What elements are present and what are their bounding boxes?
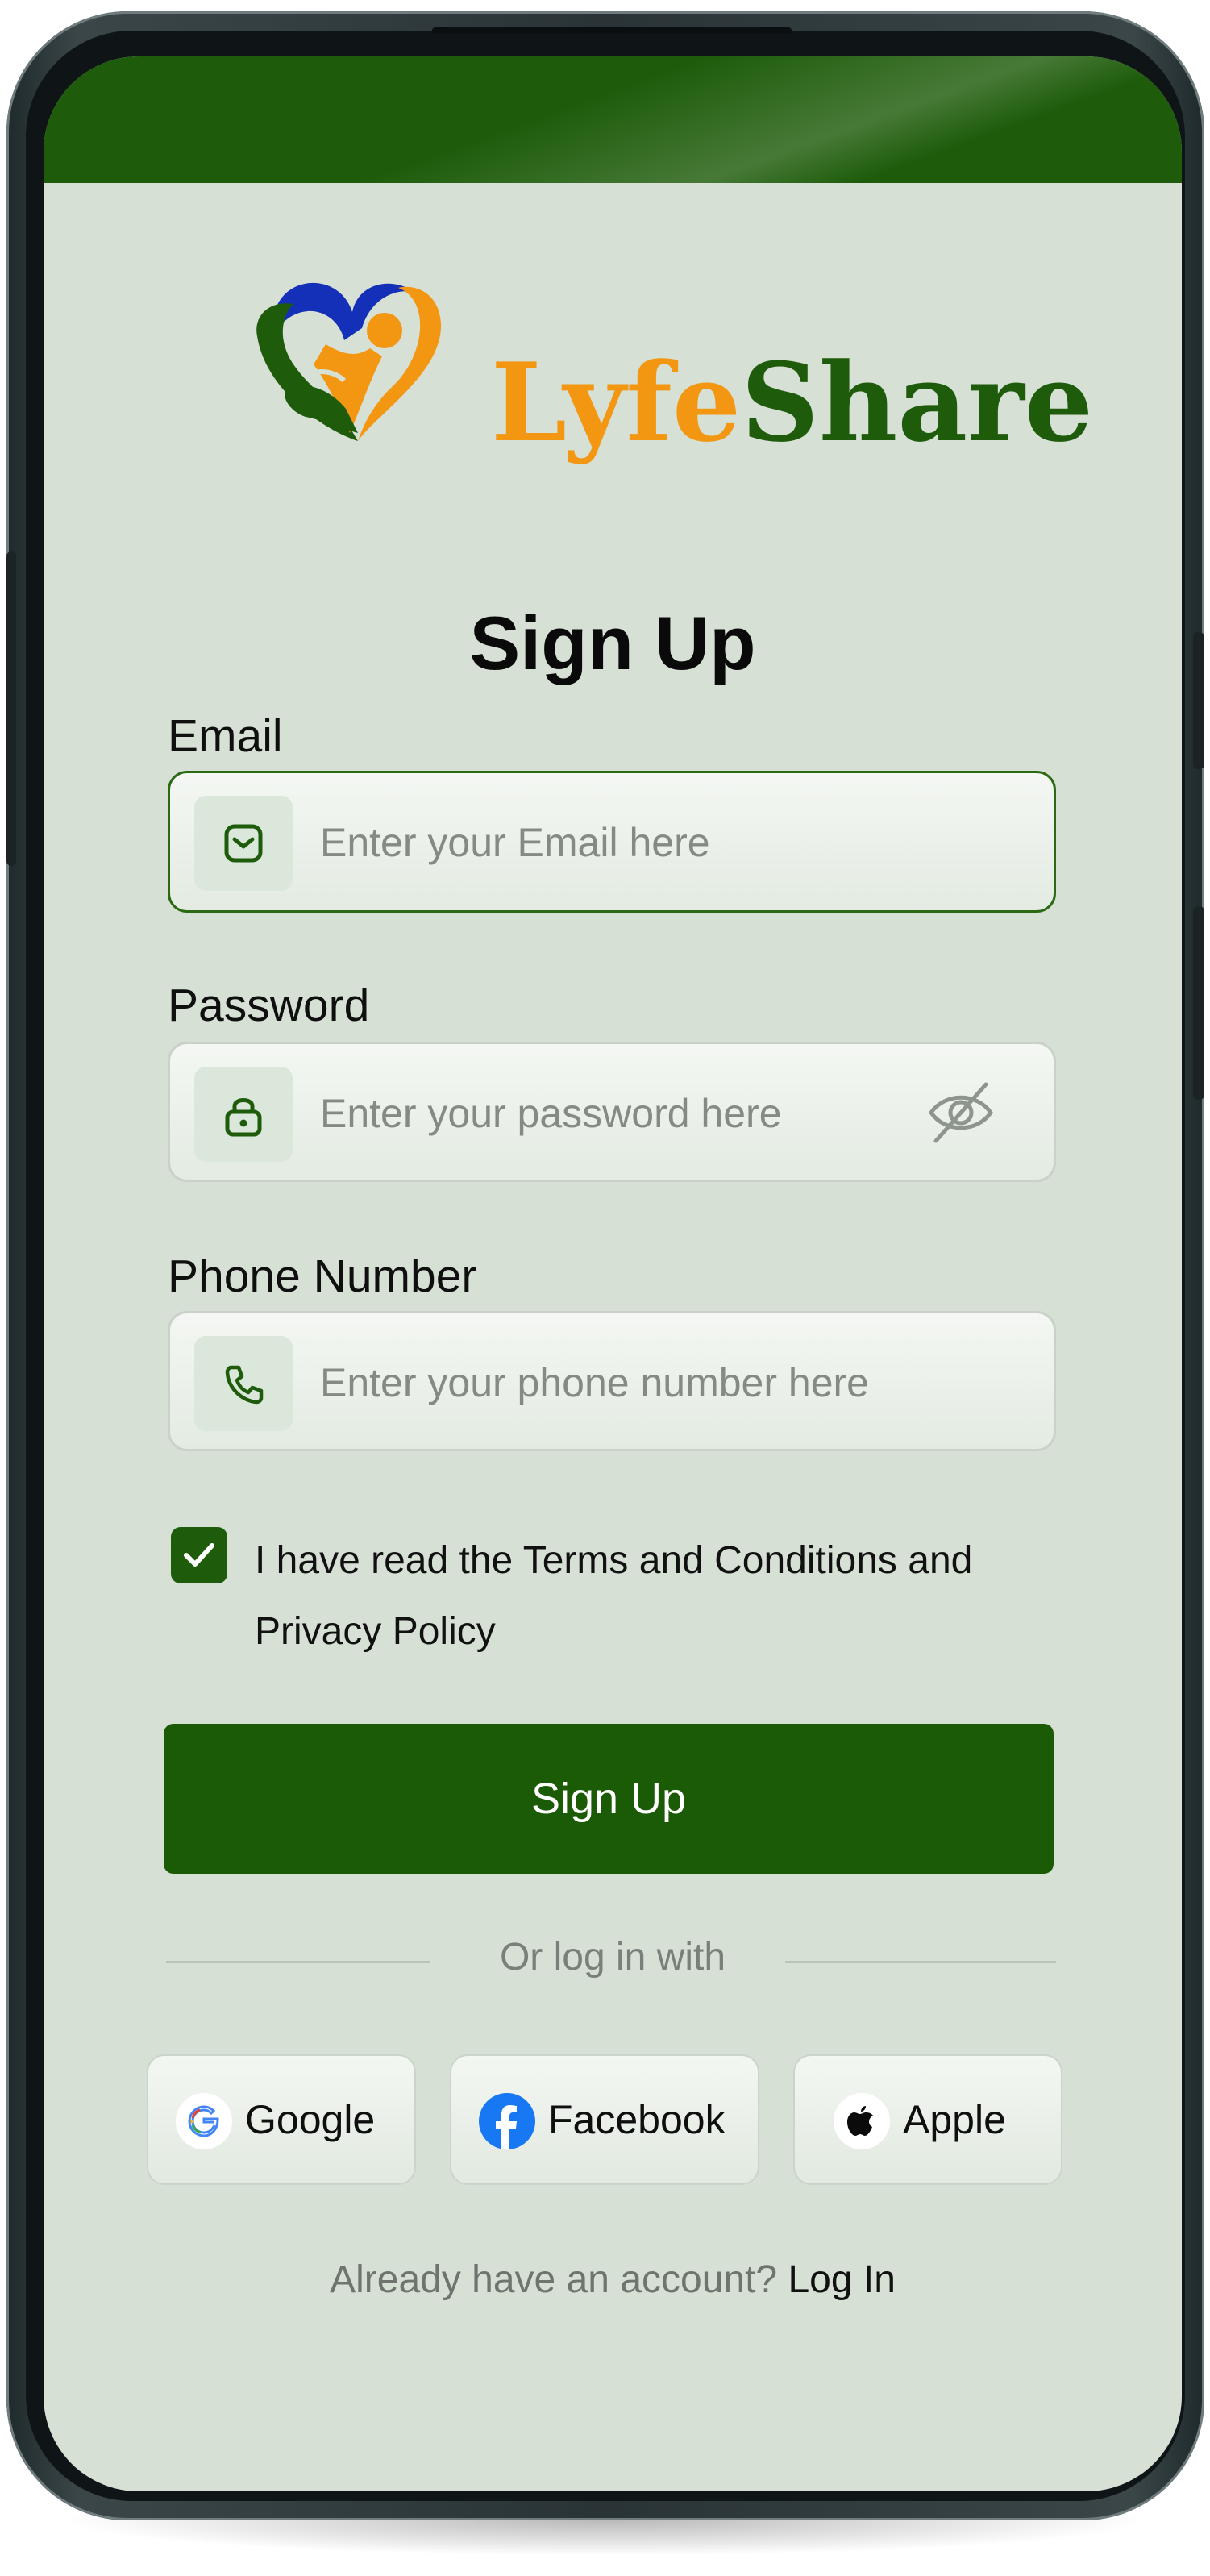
email-label: Email <box>168 710 283 762</box>
lock-icon <box>225 1098 262 1137</box>
password-icon-box <box>194 1067 293 1162</box>
phone-icon-box <box>194 1336 293 1431</box>
email-input[interactable] <box>320 802 933 883</box>
apple-icon <box>834 2093 890 2149</box>
header-sheen <box>44 56 1182 183</box>
login-prompt: Already have an account? Log In <box>44 2258 1182 2302</box>
brand-name-share: Share <box>741 339 1094 466</box>
facebook-icon <box>479 2093 535 2149</box>
phone-icon <box>225 1365 264 1405</box>
phone-input[interactable] <box>320 1342 933 1423</box>
eye-off-icon[interactable] <box>925 1076 997 1149</box>
divider-right <box>785 1961 1056 1963</box>
email-icon-box <box>194 796 293 891</box>
login-link[interactable]: Log In <box>788 2258 895 2301</box>
password-input[interactable] <box>320 1073 933 1154</box>
terms-checkbox[interactable] <box>171 1527 227 1583</box>
phone-label: Phone Number <box>168 1251 477 1302</box>
apple-login-button[interactable]: Apple <box>793 2054 1062 2185</box>
terms-text: I have read the Terms and Conditions and… <box>255 1539 973 1653</box>
google-login-button[interactable]: Google <box>147 2054 416 2185</box>
phone-frame: LyfeShare Sign Up Email Password <box>6 11 1204 2520</box>
phone-field <box>168 1311 1056 1451</box>
app-screen: LyfeShare Sign Up Email Password <box>44 56 1182 2491</box>
brand-name: LyfeShare <box>491 348 1093 456</box>
facebook-label: Facebook <box>548 2097 726 2142</box>
app-logo: LyfeShare <box>249 268 1093 461</box>
login-prompt-text: Already have an account? <box>330 2258 778 2301</box>
heart-hands-logo-icon <box>256 282 442 441</box>
envelope-icon <box>224 824 263 863</box>
divider-text: Or log in with <box>499 1936 726 1979</box>
volume-button <box>6 551 16 866</box>
side-button-top <box>1193 632 1204 769</box>
google-label: Google <box>245 2097 376 2142</box>
sign-up-button[interactable]: Sign Up <box>164 1724 1054 1874</box>
header-band <box>44 56 1182 183</box>
password-field <box>168 1042 1056 1182</box>
email-field <box>168 771 1056 913</box>
checkmark-icon <box>184 1543 214 1567</box>
password-label: Password <box>168 980 370 1031</box>
speaker-grille <box>432 27 792 34</box>
power-button <box>1193 906 1204 1100</box>
google-icon <box>176 2093 232 2149</box>
page-title: Sign Up <box>469 601 756 685</box>
apple-label: Apple <box>903 2097 1006 2142</box>
facebook-login-button[interactable]: Facebook <box>450 2054 759 2185</box>
brand-name-lyfe: Lyfe <box>491 339 742 466</box>
